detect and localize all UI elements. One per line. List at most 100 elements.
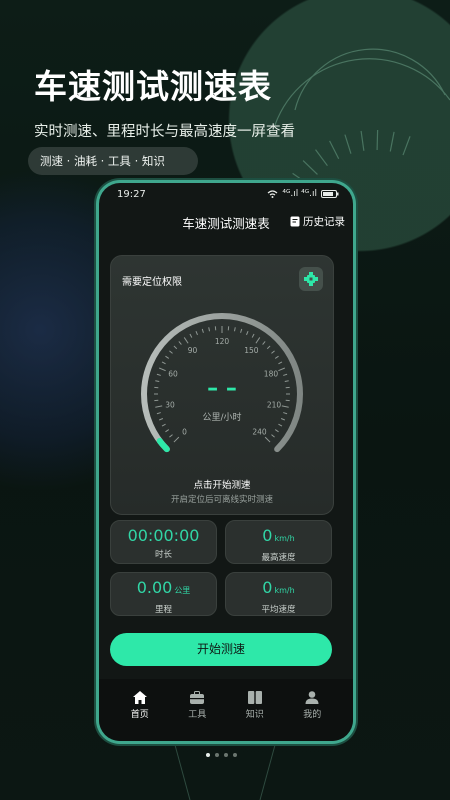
gauge-tick-label: 240 <box>252 427 267 436</box>
gauge-tick <box>173 436 180 443</box>
app-bar: 车速测试测速表 历史记录 <box>99 205 353 235</box>
bg-arc-tick <box>376 130 379 151</box>
avg-speed-value: 0 <box>262 578 273 597</box>
stat-avg-speed: 0 km/h 平均速度 <box>225 572 332 616</box>
target-icon <box>304 272 318 286</box>
duration-label: 时长 <box>154 550 172 560</box>
gauge-tick-label: 60 <box>168 370 178 379</box>
status-icons: ⁴ᴳ.ıl ⁴ᴳ.ıl <box>267 189 339 199</box>
gauge-tick <box>266 345 271 350</box>
gauge-tick <box>278 367 286 372</box>
gauge-tick <box>201 328 204 333</box>
start-speed-test-button[interactable]: 开始测速 <box>110 633 332 666</box>
gauge-tick <box>165 355 170 359</box>
permission-label: 需要定位权限 <box>122 277 182 288</box>
tab-home-label: 首页 <box>130 710 149 720</box>
bg-arc-tick <box>389 131 395 152</box>
bottom-tab-bar: 首页 工具 知识 我的 <box>99 679 353 741</box>
bg-arc-tick <box>302 160 318 175</box>
page-indicator <box>206 753 237 757</box>
user-icon <box>305 691 319 704</box>
gauge-tick <box>158 367 166 372</box>
gauge-tick-label: 120 <box>215 337 230 346</box>
gauge-tick <box>156 412 161 415</box>
tab-mine[interactable]: 我的 <box>290 679 334 741</box>
gauge-tick <box>161 423 166 427</box>
distance-label: 里程 <box>154 605 172 615</box>
phone-frame: 19:27 ⁴ᴳ.ıl ⁴ᴳ.ıl 车速测试测速表 历史记录 需要定位权限 0 … <box>96 180 356 744</box>
gauge-tick <box>161 361 166 365</box>
gauge-tick <box>251 333 255 338</box>
phone-screen: 19:27 ⁴ᴳ.ıl ⁴ᴳ.ıl 车速测试测速表 历史记录 需要定位权限 0 … <box>99 183 353 741</box>
gauge-tick <box>183 337 189 344</box>
tab-tools[interactable]: 工具 <box>175 679 219 741</box>
gauge-tick <box>280 418 286 421</box>
bg-arc-tick <box>344 134 352 154</box>
gauge-tick <box>274 429 279 433</box>
stat-duration: 00:00:00 时长 <box>110 520 217 564</box>
distance-value: 0.00 <box>136 578 173 597</box>
avg-speed-unit: km/h <box>274 586 295 595</box>
gauge-tick <box>173 345 178 350</box>
max-speed-label: 最高速度 <box>261 553 296 563</box>
gauge-tick-label: 210 <box>267 400 282 409</box>
page-dot <box>233 753 237 757</box>
bg-arc-tick <box>329 140 340 159</box>
avg-speed-label: 平均速度 <box>261 605 296 615</box>
history-label: 历史记录 <box>303 216 345 228</box>
gauge-tick <box>284 380 289 383</box>
tab-knowledge-label: 知识 <box>245 710 264 720</box>
gauge-tick <box>155 405 163 408</box>
gauge-tick <box>281 405 289 408</box>
start-subtitle: 开启定位后可离线实时测速 <box>170 495 273 505</box>
gauge-tick <box>155 380 160 383</box>
tab-home[interactable]: 首页 <box>118 679 162 741</box>
gauge-tick <box>169 350 173 354</box>
page-dot-active <box>206 753 210 757</box>
gauge-progress-arc <box>156 437 170 453</box>
bg-arc-tick <box>402 136 411 156</box>
duration-value: 00:00:00 <box>127 526 200 545</box>
speed-reading: – – <box>207 376 237 401</box>
location-permission-button[interactable] <box>299 267 323 291</box>
tab-tools-label: 工具 <box>188 710 207 720</box>
gauge-tick <box>169 434 173 438</box>
history-icon <box>290 216 300 227</box>
speed-unit: 公里/小时 <box>202 411 241 423</box>
gauge-tick <box>274 355 279 359</box>
stat-distance: 0.00 公里 里程 <box>110 572 217 616</box>
gauge-tick <box>262 341 266 345</box>
gauge-tick <box>271 434 275 438</box>
gauge-tick-label: 180 <box>264 370 279 379</box>
tab-mine-label: 我的 <box>303 710 322 720</box>
feature-chip: 测速 · 油耗 · 工具 · 知识 <box>28 147 198 175</box>
wifi-icon <box>268 190 278 198</box>
tab-knowledge[interactable]: 知识 <box>233 679 277 741</box>
gauge-tick <box>195 330 198 336</box>
gauge-tick <box>271 350 275 354</box>
hero-subtitle: 实时测速、里程时长与最高速度一屏查看 <box>34 124 295 140</box>
gauge-tick <box>156 373 161 376</box>
gauge-tick <box>165 429 170 433</box>
home-icon <box>132 691 147 704</box>
battery-icon <box>321 190 339 198</box>
gauge-tick <box>246 330 249 336</box>
speedometer-gauge: 0 30 60 90 120 150 180 210 240 – – 公里/小时 <box>141 313 303 453</box>
max-speed-unit: km/h <box>274 534 295 543</box>
gauge-tick <box>264 436 271 443</box>
gauge-tick <box>283 373 288 376</box>
distance-unit: 公里 <box>174 586 191 595</box>
gauge-tick <box>240 328 243 333</box>
gauge-tick <box>255 337 261 344</box>
gauge-tick <box>233 327 236 332</box>
gauge-tick-label: 90 <box>188 346 198 355</box>
toolbox-icon <box>190 691 205 704</box>
page-dot <box>224 753 228 757</box>
gauge-tick-label: 0 <box>182 427 187 436</box>
bg-arc-tick <box>360 130 365 151</box>
gauge-tick <box>208 327 211 332</box>
status-bar: 19:27 ⁴ᴳ.ıl ⁴ᴳ.ıl <box>99 183 353 205</box>
history-button[interactable]: 历史记录 <box>290 214 345 229</box>
hero-title: 车速测试测速表 <box>34 67 272 106</box>
book-icon <box>247 691 262 704</box>
